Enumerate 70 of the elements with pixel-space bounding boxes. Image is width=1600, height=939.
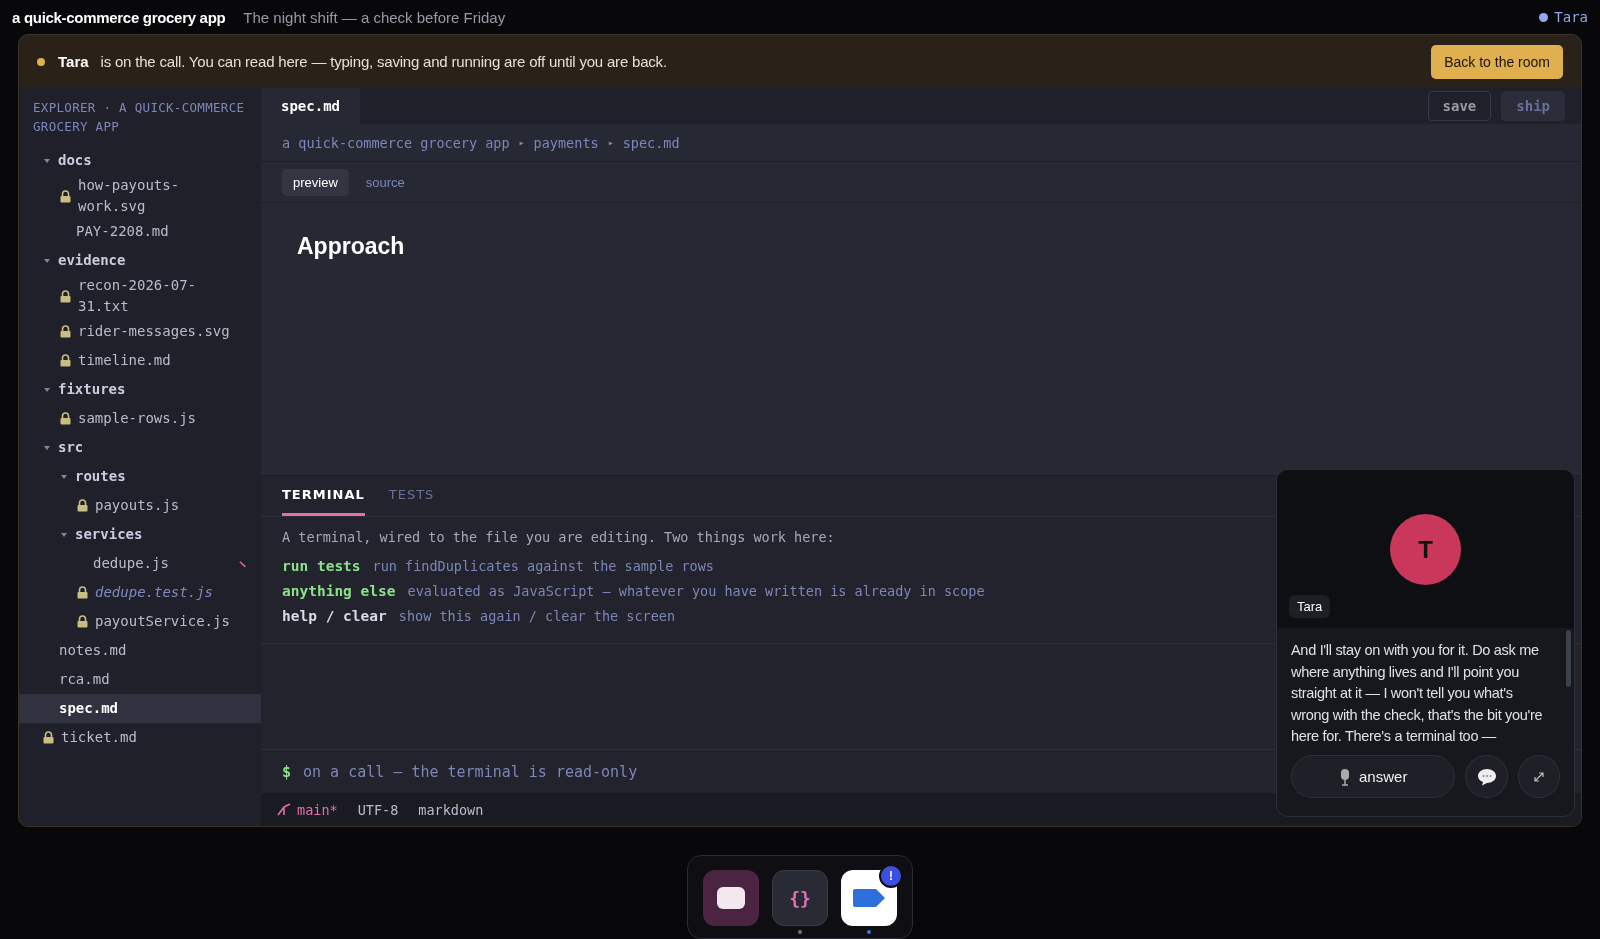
back-to-room-button[interactable]: Back to the room bbox=[1431, 44, 1563, 79]
caret-icon bbox=[60, 472, 68, 481]
file-item[interactable]: rider-messages.svg bbox=[19, 317, 261, 346]
breadcrumb-separator: ▸ bbox=[607, 137, 614, 148]
code-app-button[interactable]: {} bbox=[772, 870, 828, 926]
file-item[interactable]: PAY-2208.md bbox=[19, 217, 261, 246]
file-item[interactable]: payoutService.js bbox=[19, 607, 261, 636]
banner-message: is on the call. You can read here — typing, saving and running are off until you are back. bbox=[100, 53, 667, 70]
folder-item[interactable]: services bbox=[19, 520, 261, 549]
breadcrumb-item[interactable]: spec.md bbox=[622, 134, 680, 151]
explorer-title: EXPLORER · A QUICK-COMMERCE GROCERY APP bbox=[32, 99, 246, 136]
caret-icon bbox=[43, 156, 51, 165]
breadcrumb-item[interactable]: payments bbox=[533, 134, 599, 151]
notification-badge: ! bbox=[879, 864, 903, 888]
chat-button[interactable] bbox=[1465, 755, 1508, 798]
caret-icon bbox=[60, 530, 68, 539]
file-item[interactable]: payouts.js bbox=[19, 491, 261, 520]
expand-button[interactable] bbox=[1517, 755, 1560, 798]
chat-icon bbox=[1476, 767, 1497, 786]
document-heading: Approach bbox=[297, 233, 406, 260]
folder-item[interactable]: fixtures bbox=[19, 375, 261, 404]
video-camera-icon bbox=[852, 888, 886, 908]
save-button[interactable]: save bbox=[1427, 91, 1492, 121]
folder-item[interactable]: src bbox=[19, 433, 261, 462]
app-name: a quick-commerce grocery app bbox=[12, 8, 226, 26]
breadcrumb-item[interactable]: a quick-commerce grocery app bbox=[282, 134, 510, 151]
avatar: T bbox=[1390, 514, 1461, 585]
file-item[interactable]: how-payouts-work.svg bbox=[19, 175, 261, 217]
microphone-icon bbox=[1339, 767, 1351, 786]
rounded-square-icon bbox=[716, 886, 746, 910]
view-tab[interactable]: preview bbox=[282, 168, 349, 196]
breadcrumb-separator: ▸ bbox=[518, 137, 525, 148]
command-description: show this again / clear the screen bbox=[398, 607, 676, 626]
folder-item[interactable]: docs bbox=[19, 146, 261, 175]
encoding-label: UTF-8 bbox=[357, 801, 399, 818]
command-description: run findDuplicates against the sample rows bbox=[372, 557, 714, 576]
command-name: help / clear bbox=[282, 607, 387, 626]
command-name: anything else bbox=[282, 582, 396, 601]
terminal-intro: A terminal, wired to the file you are editing. Two things work here: bbox=[282, 529, 836, 545]
command-name: run tests bbox=[282, 557, 361, 576]
file-item[interactable]: rca.md bbox=[19, 665, 261, 694]
command-description: evaluated as JavaScript — whatever you have written is already in scope bbox=[407, 582, 985, 601]
name-tag: Tara bbox=[1289, 595, 1331, 618]
branch-icon bbox=[277, 803, 291, 816]
view-tab[interactable]: source bbox=[354, 168, 416, 196]
scrollbar bbox=[1566, 630, 1571, 687]
user-name: Tara bbox=[1554, 9, 1588, 25]
chat-app-button[interactable] bbox=[703, 870, 759, 926]
answer-button[interactable]: answer bbox=[1291, 755, 1456, 798]
file-item[interactable]: spec.md bbox=[19, 694, 261, 723]
file-item[interactable]: timeline.md bbox=[19, 346, 261, 375]
caller-name: Tara bbox=[58, 53, 89, 70]
session-subtitle: The night shift — a check before Friday bbox=[243, 8, 506, 26]
folder-item[interactable]: routes bbox=[19, 462, 261, 491]
folder-item[interactable]: evidence bbox=[19, 246, 261, 275]
prompt-text: on a call — the terminal is read-only bbox=[303, 762, 638, 781]
caret-icon bbox=[43, 443, 51, 452]
file-item[interactable]: ticket.md bbox=[19, 723, 261, 752]
file-item[interactable]: dedupe.test.js bbox=[19, 578, 261, 607]
transcript-text: And I'll stay on with you for it. Do ask me where anything lives and I'll point you straight at it — I won't tell you what's wrong with the check, that's the bit you're here for. There's a terminal too — bbox=[1291, 641, 1544, 746]
file-item[interactable]: notes.md bbox=[19, 636, 261, 665]
branch-name: main* bbox=[297, 801, 338, 818]
file-item[interactable]: sample-rows.js bbox=[19, 404, 261, 433]
editor-tab[interactable]: spec.md bbox=[261, 88, 360, 124]
expand-icon bbox=[1533, 771, 1544, 782]
caret-icon bbox=[43, 256, 51, 265]
prompt-symbol: $ bbox=[282, 762, 292, 781]
file-item[interactable]: dedupe.js bbox=[19, 549, 261, 578]
caret-icon bbox=[43, 385, 51, 394]
language-label: markdown bbox=[418, 801, 484, 818]
